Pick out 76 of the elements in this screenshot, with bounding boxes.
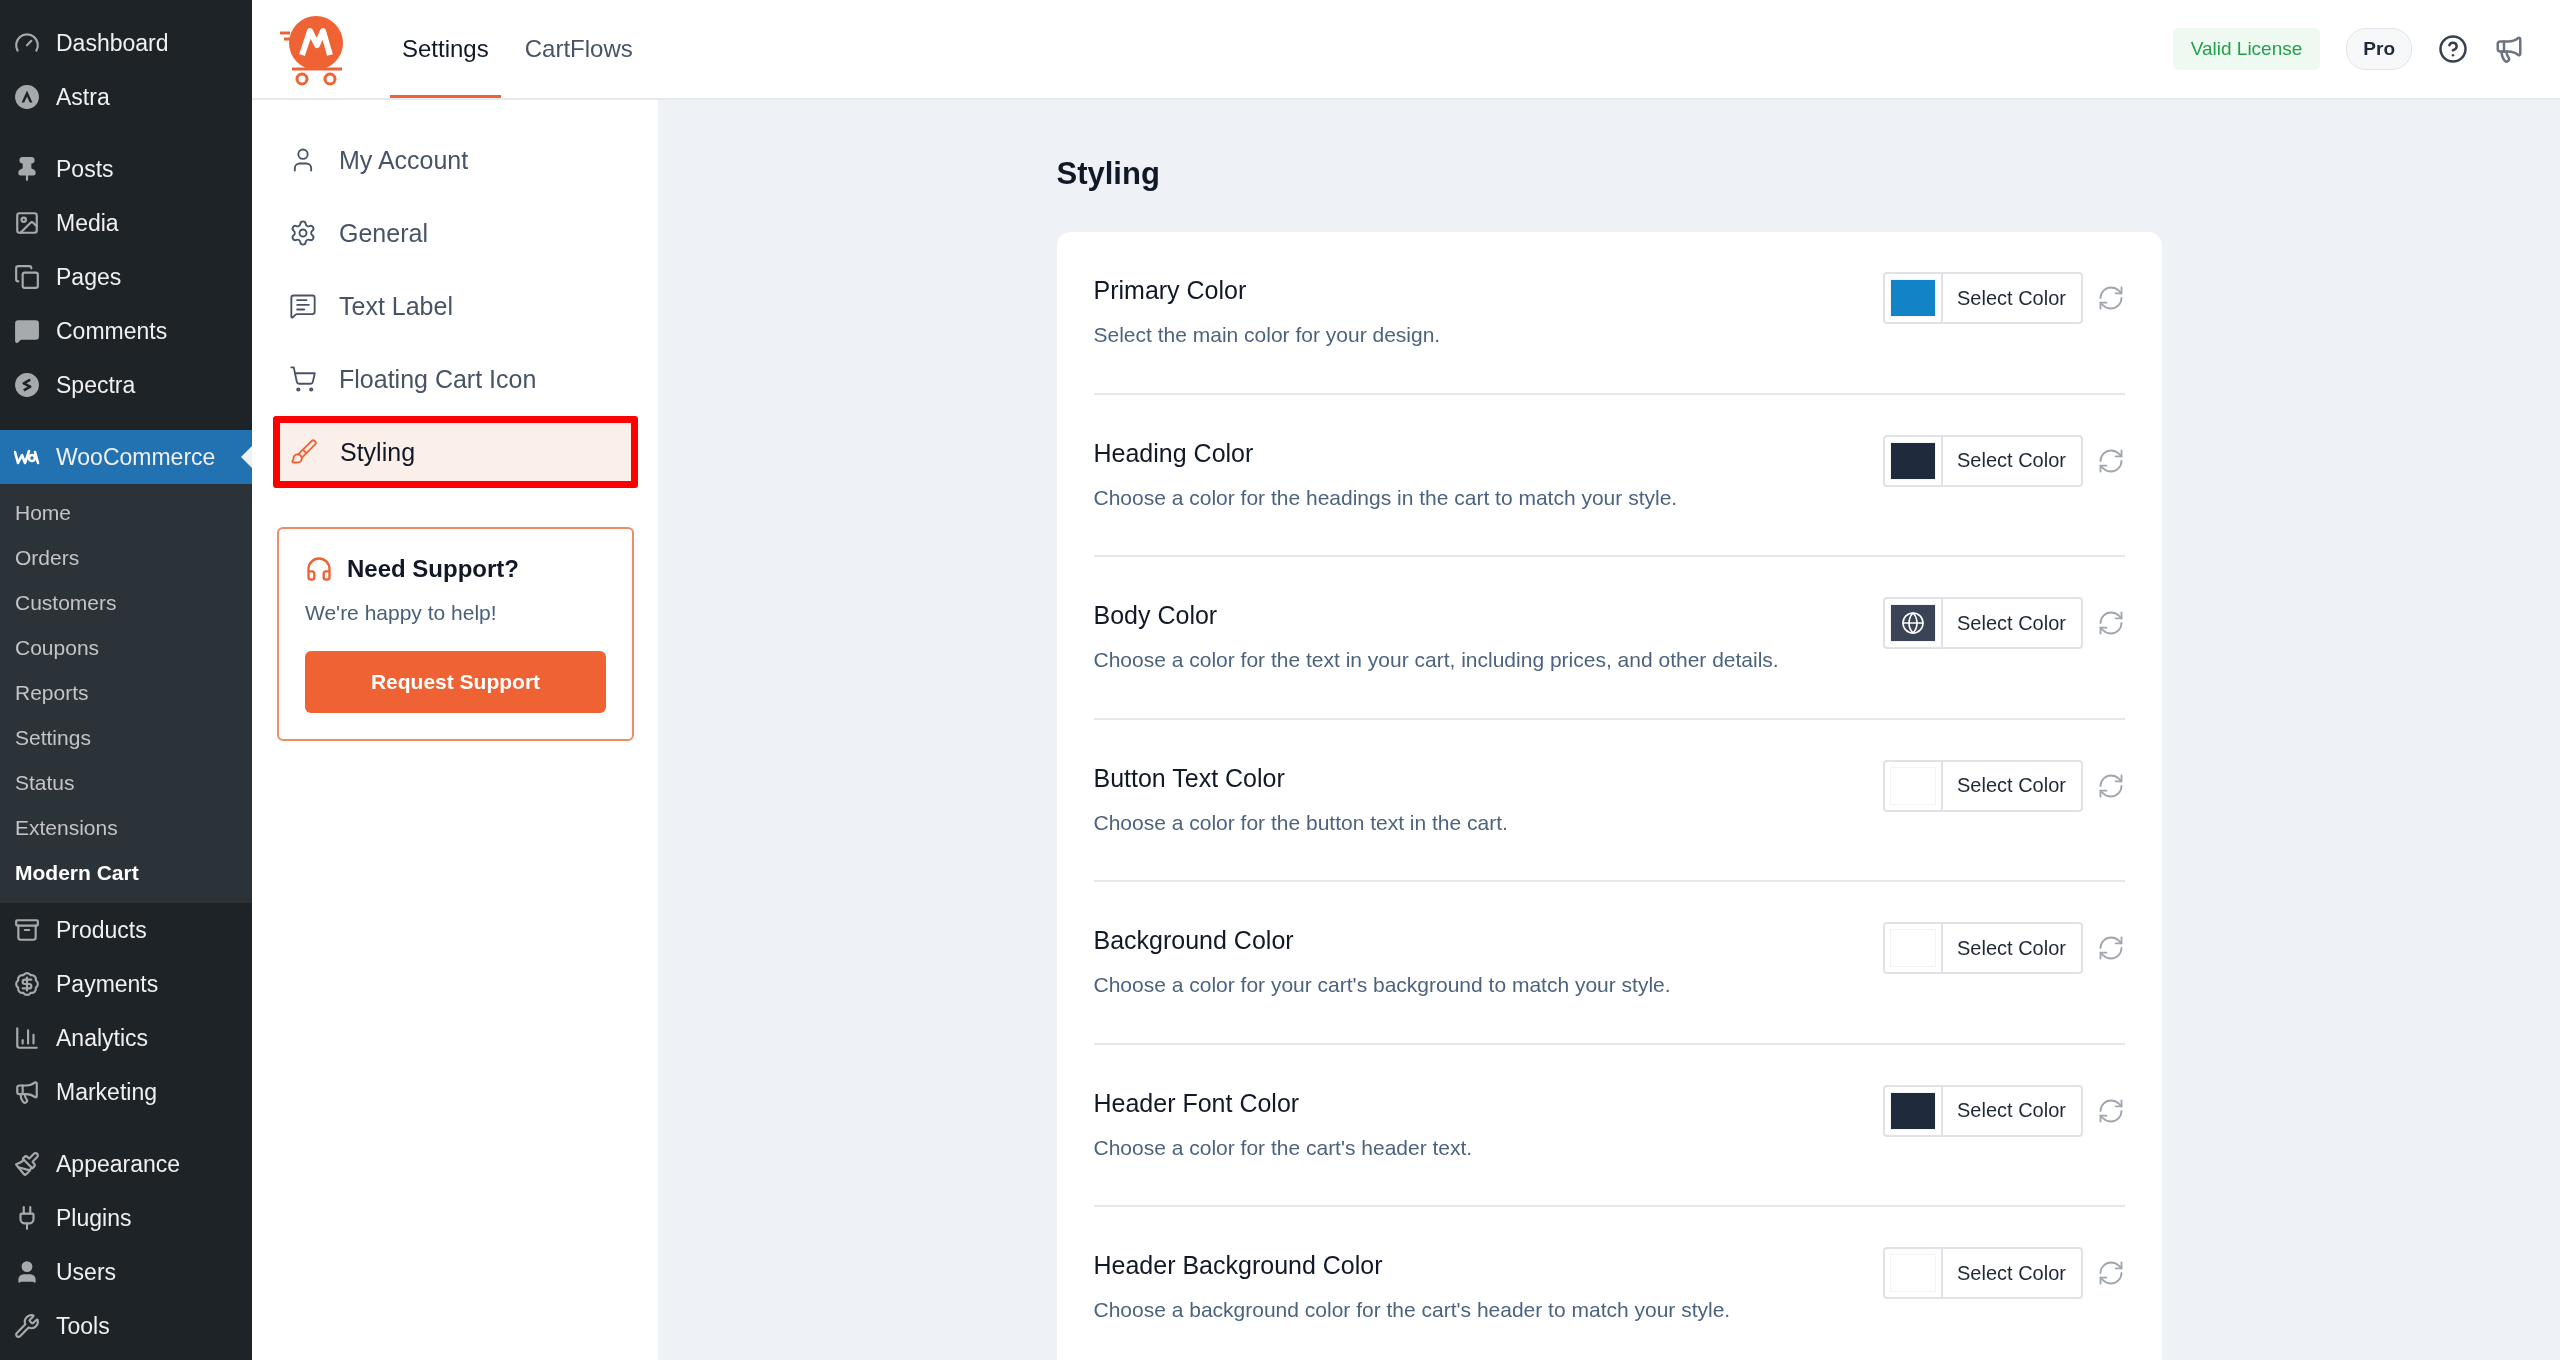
headphones-icon <box>305 555 333 583</box>
setting-label: Background Color <box>1093 926 1295 955</box>
settings-nav-item[interactable]: Floating Cart Icon <box>273 343 638 415</box>
settings-nav-item[interactable]: Styling <box>273 416 638 488</box>
sidebar-item[interactable]: Astra <box>0 70 252 124</box>
submenu-item[interactable]: Extensions <box>0 805 252 850</box>
color-picker-button[interactable]: Select Color <box>1882 597 2083 649</box>
support-text: We're happy to help! <box>305 601 498 625</box>
color-picker-button[interactable]: Select Color <box>1882 434 2083 487</box>
submenu-item[interactable]: Reports <box>0 670 252 715</box>
setting-label: Button Text Color <box>1093 763 1286 793</box>
submenu-item[interactable]: Coupons <box>0 625 252 670</box>
sidebar-item[interactable]: Marketing <box>0 1065 252 1119</box>
color-picker-button[interactable]: Select Color <box>1882 759 2083 812</box>
setting-label: Primary Color <box>1093 276 1248 305</box>
submenu-item[interactable]: Customers <box>0 580 252 625</box>
brush-icon <box>290 438 318 466</box>
setting-description: Select the main color for your design. <box>1093 322 1442 348</box>
color-picker-button[interactable]: Select Color <box>1882 922 2083 974</box>
settings-nav-item[interactable]: My Account <box>273 124 638 196</box>
license-badge: Valid License <box>2172 28 2321 70</box>
paintbrush-icon <box>14 1151 40 1177</box>
archive-icon <box>14 917 40 943</box>
header-tab[interactable]: CartFlows <box>512 0 645 98</box>
settings-nav-item[interactable]: Text Label <box>273 270 638 342</box>
submenu-item[interactable]: Orders <box>0 535 252 580</box>
sidebar-item[interactable]: Users <box>0 1245 252 1299</box>
comment-icon <box>289 292 317 320</box>
submenu-item[interactable]: Modern Cart <box>0 850 252 895</box>
pages-icon <box>14 264 40 290</box>
setting-label: Header Font Color <box>1093 1088 1301 1118</box>
dollar-icon <box>14 971 40 997</box>
setting-description: Choose a color for the text in your cart, including prices, and other details. <box>1093 647 1780 673</box>
setting-label: Heading Color <box>1093 438 1255 468</box>
submenu-item[interactable]: Home <box>0 490 252 535</box>
megaphone-icon[interactable] <box>2494 34 2524 64</box>
setting-label: Body Color <box>1093 601 1219 630</box>
cart-icon <box>289 365 317 393</box>
sidebar-item[interactable]: Plugins <box>0 1191 252 1245</box>
color-picker-button[interactable]: Select Color <box>1882 1247 2083 1299</box>
setting-description: Choose a background color for the cart's header to match your style. <box>1093 1297 1732 1323</box>
bar-chart-icon <box>14 1025 40 1051</box>
sidebar-item[interactable]: Products <box>0 903 252 957</box>
support-title: Need Support? <box>347 555 519 583</box>
sidebar-item[interactable]: Payments <box>0 957 252 1011</box>
image-icon <box>14 210 40 236</box>
sidebar-item[interactable]: Analytics <box>0 1011 252 1065</box>
comment-icon <box>14 318 40 344</box>
setting-description: Choose a color for your cart's background to match your style. <box>1093 972 1672 998</box>
setting-label: Header Background Color <box>1093 1251 1384 1280</box>
sidebar-item[interactable]: Pages <box>0 250 252 304</box>
wrench-icon <box>14 1313 40 1339</box>
sidebar-item[interactable]: Comments <box>0 304 252 358</box>
setting-description: Choose a color for the cart's header text. <box>1093 1134 1474 1161</box>
settings-nav-item[interactable]: General <box>273 197 638 269</box>
plan-badge: Pro <box>2346 28 2412 70</box>
sidebar-item[interactable]: Tools <box>0 1299 252 1353</box>
megaphone-icon <box>14 1079 40 1105</box>
sidebar-item[interactable]: Media <box>0 196 252 250</box>
sidebar-item[interactable]: Appearance <box>0 1137 252 1191</box>
setting-description: Choose a color for the headings in the cart to match your style. <box>1093 484 1679 511</box>
sidebar-item[interactable]: WooCommerce <box>0 430 252 484</box>
sidebar-item[interactable]: Posts <box>0 142 252 196</box>
color-picker-button[interactable]: Select Color <box>1882 1084 2083 1137</box>
astra-logo-icon <box>14 84 40 110</box>
sidebar-item[interactable]: Dashboard <box>0 16 252 70</box>
page-title: Styling <box>1056 156 1161 192</box>
color-picker-button[interactable]: Select Color <box>1882 272 2083 324</box>
spectra-logo-icon <box>14 372 40 398</box>
help-icon[interactable] <box>2438 34 2468 64</box>
settings-icon <box>289 219 317 247</box>
setting-description: Choose a color for the button text in the cart. <box>1093 809 1509 836</box>
sidebar-item[interactable]: Spectra <box>0 358 252 412</box>
globe-icon <box>1900 611 1925 635</box>
submenu-item[interactable]: Status <box>0 760 252 805</box>
submenu-item[interactable]: Settings <box>0 715 252 760</box>
